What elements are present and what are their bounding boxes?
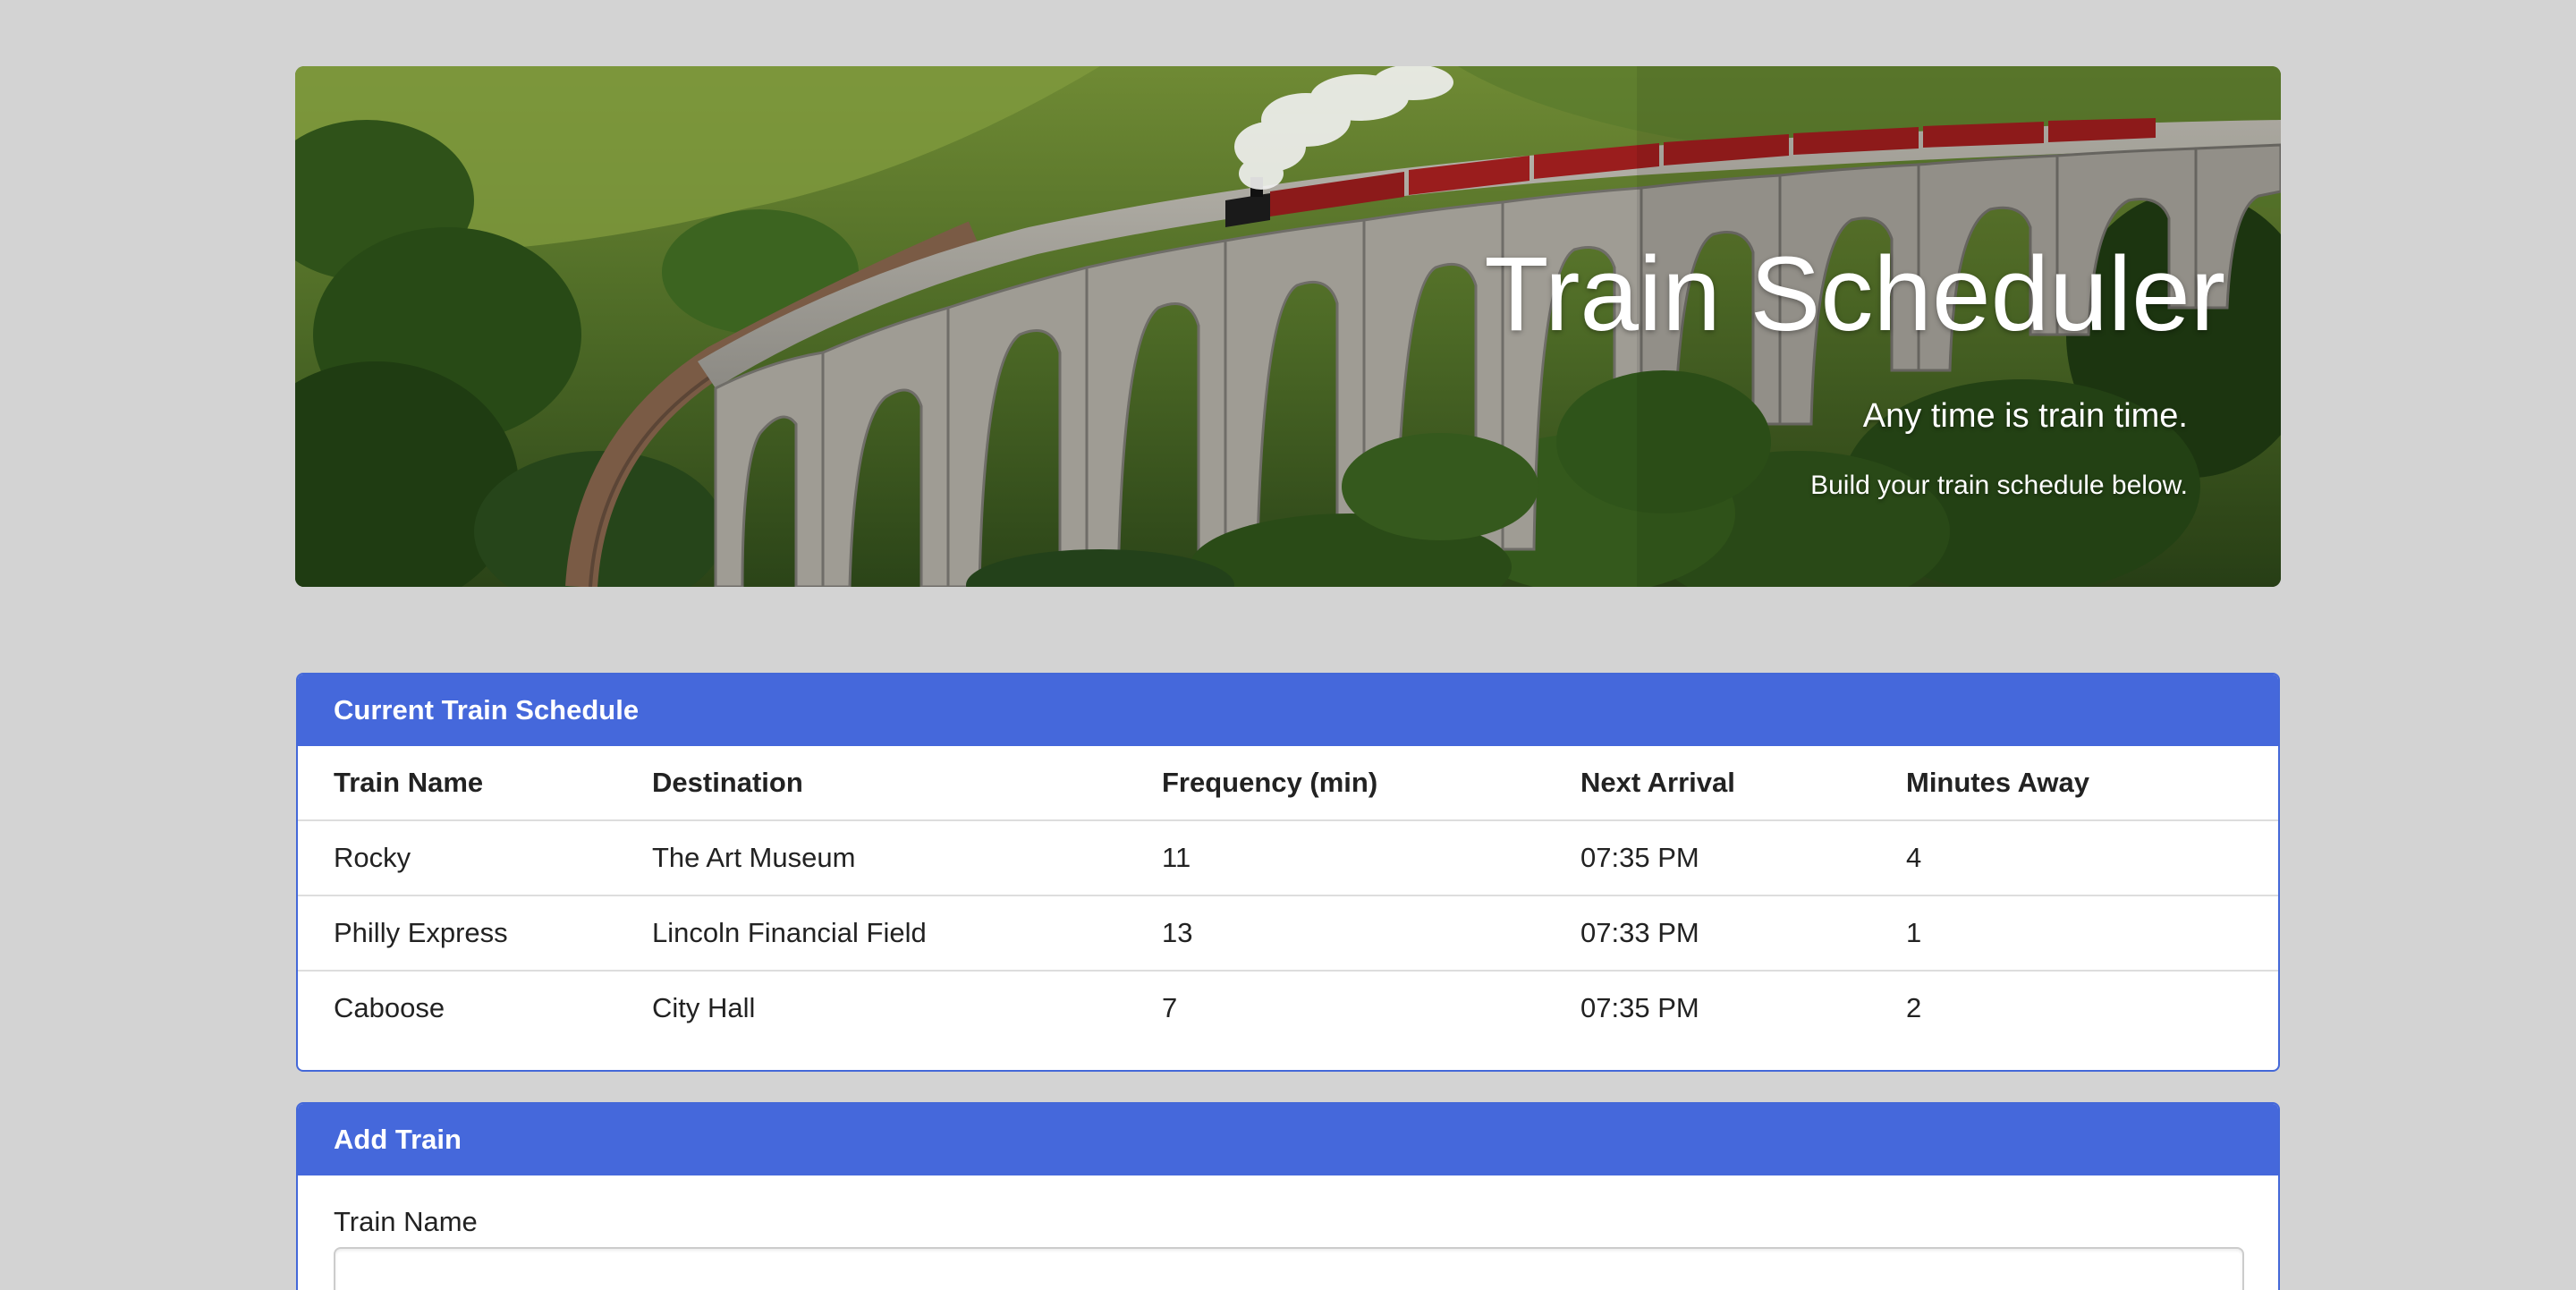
hero-tagline: Any time is train time. xyxy=(1862,397,2188,435)
cell-train-name: Philly Express xyxy=(334,917,508,948)
cell-minutes-away: 4 xyxy=(1906,842,1922,873)
column-header-frequency: Frequency (min) xyxy=(1162,746,1580,821)
cell-next-arrival: 07:33 PM xyxy=(1580,917,1699,948)
hero-subtitle: Build your train schedule below. xyxy=(1810,471,2188,500)
table-row: Caboose City Hall 7 07:35 PM 2 xyxy=(298,971,2278,1045)
schedule-panel-heading: Current Train Schedule xyxy=(298,675,2278,746)
cell-train-name: Caboose xyxy=(334,992,445,1023)
cell-minutes-away: 2 xyxy=(1906,992,1922,1023)
column-header-destination: Destination xyxy=(652,746,1162,821)
hero-banner: Train Scheduler Any time is train time. … xyxy=(295,66,2281,587)
table-header-row: Train Name Destination Frequency (min) N… xyxy=(298,746,2278,821)
table-row: Rocky The Art Museum 11 07:35 PM 4 xyxy=(298,820,2278,895)
cell-next-arrival: 07:35 PM xyxy=(1580,842,1699,873)
cell-destination: City Hall xyxy=(652,992,756,1023)
cell-destination: Lincoln Financial Field xyxy=(652,917,927,948)
column-header-next-arrival: Next Arrival xyxy=(1580,746,1906,821)
column-header-train-name: Train Name xyxy=(298,746,652,821)
cell-train-name: Rocky xyxy=(334,842,411,873)
cell-frequency: 11 xyxy=(1162,842,1191,873)
cell-minutes-away: 1 xyxy=(1906,917,1922,948)
train-name-input[interactable] xyxy=(334,1247,2244,1290)
page: Train Scheduler Any time is train time. … xyxy=(0,0,2576,1290)
schedule-panel: Current Train Schedule Train Name Destin… xyxy=(296,673,2280,1072)
add-train-panel-heading: Add Train xyxy=(298,1104,2278,1175)
cell-next-arrival: 07:35 PM xyxy=(1580,992,1699,1023)
cell-frequency: 13 xyxy=(1162,917,1193,948)
column-header-minutes-away: Minutes Away xyxy=(1906,746,2278,821)
add-train-form: Train Name xyxy=(298,1175,2278,1290)
page-title: Train Scheduler xyxy=(1484,235,2225,353)
cell-destination: The Art Museum xyxy=(652,842,856,873)
train-name-label: Train Name xyxy=(334,1206,478,1237)
table-row: Philly Express Lincoln Financial Field 1… xyxy=(298,895,2278,971)
add-train-panel: Add Train Train Name xyxy=(296,1102,2280,1290)
schedule-table: Train Name Destination Frequency (min) N… xyxy=(298,746,2278,1045)
cell-frequency: 7 xyxy=(1162,992,1178,1023)
